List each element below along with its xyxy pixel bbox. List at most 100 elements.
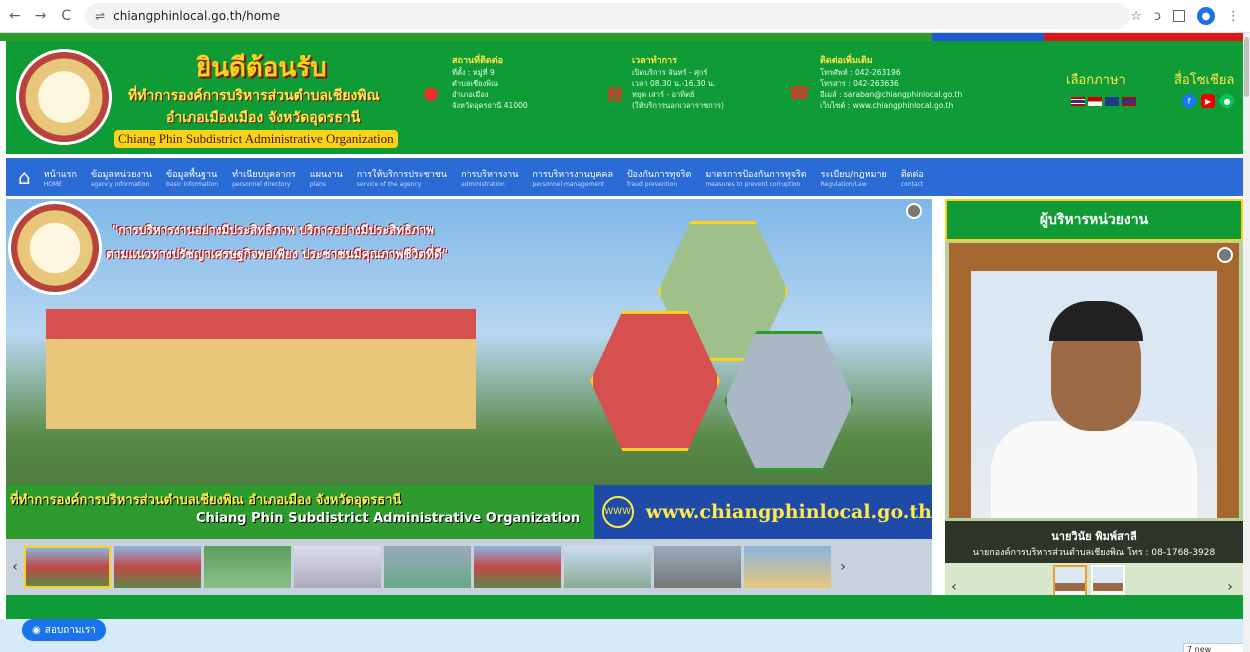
scroll-thumb[interactable] — [1244, 37, 1249, 97]
menu-item-basic-information[interactable]: ข้อมูลพื้นฐาน basic information — [159, 158, 225, 196]
hours-line: (ให้บริการนอกเวลาราชการ) — [632, 101, 724, 110]
youtube-icon[interactable]: ▶ — [1201, 94, 1215, 108]
extensions-icon[interactable]: ↄ — [1154, 9, 1161, 24]
banner-toggle-icon[interactable] — [906, 203, 922, 219]
menu-sublabel: fraud prevention — [626, 180, 678, 188]
forward-icon[interactable]: → — [30, 5, 52, 27]
chat-button[interactable]: ◉ สอบถามเรา — [22, 619, 106, 641]
menu-label: ติดต่อ — [900, 169, 924, 180]
indonesia-flag-icon[interactable] — [1088, 97, 1102, 106]
website-text[interactable]: www.chiangphinlocal.go.th — [646, 501, 932, 523]
home-icon[interactable]: ⌂ — [18, 165, 31, 189]
reload-icon[interactable]: C — [55, 5, 77, 27]
panel-next-arrow-icon[interactable]: › — [1221, 579, 1239, 595]
url-text: chiangphinlocal.go.th/home — [113, 9, 281, 23]
caption-th: ที่ทำการองค์การบริหารส่วนตำบลเชียงพิณ อำ… — [10, 493, 402, 508]
menu-item-contact[interactable]: ติดต่อ contact — [894, 158, 931, 196]
banner-logo — [8, 201, 102, 295]
calendar-icon: ▦ — [606, 83, 624, 104]
banner-thumbnails: ‹ › — [6, 539, 932, 595]
menu-label: ข้อมูลหน่วยงาน — [90, 169, 152, 180]
page-bottom — [0, 619, 1250, 652]
globe-www-icon: WWW — [601, 496, 634, 528]
menu-kebab-icon[interactable]: ⋮ — [1227, 9, 1240, 24]
menu-label: การบริหารงานบุคคล — [532, 169, 613, 180]
browser-toolbar: ← → C ⇌ chiangphinlocal.go.th/home ☆ ↄ ●… — [0, 0, 1250, 33]
menu-sublabel: administration — [461, 180, 505, 188]
hours-line: เวลา 08.30 น.-16.30 น. — [632, 79, 716, 88]
menu-item-fraud-prevention[interactable]: ป้องกันการทุจริต fraud prevention — [620, 158, 698, 196]
banner-slogan-2: ตามแนวทางปรัชญาเศรษฐกิจพอเพียง ประชาชนมี… — [106, 247, 448, 261]
site-header: ยินดีต้อนรับ ที่ทำการองค์การบริหารส่วนตำ… — [6, 41, 1243, 154]
language-flags — [1071, 97, 1136, 106]
thai-flag-icon[interactable] — [1071, 97, 1085, 106]
back-icon[interactable]: ← — [4, 5, 26, 27]
laos-flag-icon[interactable] — [1122, 97, 1136, 106]
menu-sublabel: service of the agency — [356, 180, 422, 188]
panel-prev-arrow-icon[interactable]: ‹ — [945, 579, 963, 595]
thumbs-prev-arrow-icon[interactable]: ‹ — [6, 559, 24, 575]
sidepanel-icon[interactable] — [1173, 10, 1185, 22]
menu-label: หน้าแรก — [43, 169, 77, 180]
org-logo[interactable] — [16, 49, 112, 145]
contact-line: ที่ตั้ง : หมู่ที่ 9 — [452, 68, 495, 77]
location-pin-icon: ● — [423, 83, 439, 104]
facebook-icon[interactable]: f — [1182, 94, 1196, 108]
panel-toggle-icon[interactable] — [1217, 247, 1233, 263]
banner-caption: ที่ทำการองค์การบริหารส่วนตำบลเชียงพิณ อำ… — [6, 485, 932, 539]
menu-item-agency-information[interactable]: ข้อมูลหน่วยงาน agency information — [84, 158, 159, 196]
contact-line: ตำบลเชียงพิณ — [452, 79, 499, 88]
menu-item-administration[interactable]: การบริหารงาน administration — [454, 158, 525, 196]
bookmark-star-icon[interactable]: ☆ — [1130, 9, 1142, 24]
contact-line: อำเภอเมือง — [452, 90, 489, 99]
banner-thumbnail[interactable] — [744, 546, 831, 588]
chat-label: สอบถามเรา — [44, 624, 96, 636]
hero-banner[interactable]: "การบริหารงานอย่างมีประสิทธิภาพ บริการอย… — [6, 199, 932, 539]
banner-thumbnail[interactable] — [384, 546, 471, 588]
photo-uniform — [991, 421, 1197, 518]
menu-item-home[interactable]: หน้าแรก HOME — [37, 158, 84, 196]
site-info-icon[interactable]: ⇌ — [95, 9, 105, 23]
menu-sublabel: measures to prevent corruption — [705, 180, 801, 188]
welcome-title: ยินดีต้อนรับ — [196, 53, 327, 83]
menu-item-personnel-directory[interactable]: ทำเนียบบุคลากร personnel directory — [225, 158, 303, 196]
caption-left: ที่ทำการองค์การบริหารส่วนตำบลเชียงพิณ อำ… — [6, 485, 594, 539]
line-icon[interactable]: ● — [1220, 94, 1234, 108]
executive-photo — [971, 271, 1217, 518]
menu-label: มาตรการป้องกันการทุจริต — [705, 169, 807, 180]
banner-thumbnail[interactable] — [474, 546, 561, 588]
banner-thumbnail[interactable] — [294, 546, 381, 588]
menu-sublabel: personnel directory — [232, 180, 291, 188]
menu-label: ทำเนียบบุคลากร — [232, 169, 296, 180]
more-line: โทรสาร : 042-263636 — [820, 79, 899, 88]
main-menu: ⌂ หน้าแรก HOME ข้อมูลหน่วยงาน agency infor… — [6, 158, 1243, 196]
menu-item-personnel-management[interactable]: การบริหารงานบุคคล personnel management — [525, 158, 620, 196]
more-line: อีเมล์ : saraban@chiangphinlocal.go.th — [820, 90, 963, 99]
thumbs-next-arrow-icon[interactable]: › — [834, 559, 852, 575]
notification-toast[interactable]: 7 new notifications — [1183, 643, 1250, 652]
menu-item-service[interactable]: การให้บริการประชาชน service of the agency — [350, 158, 454, 196]
caption-right: WWW www.chiangphinlocal.go.th — [594, 485, 932, 539]
executive-nameplate: นายวินัย พิมพ์สาลี นายกองค์การบริหารส่วน… — [945, 521, 1243, 563]
color-stripe — [0, 33, 1243, 41]
uk-flag-icon[interactable] — [1105, 97, 1119, 106]
menu-item-plans[interactable]: แผนงาน plans — [303, 158, 350, 196]
banner-thumbnail[interactable] — [654, 546, 741, 588]
profile-avatar[interactable]: ● — [1197, 7, 1215, 25]
menu-sublabel: personnel management — [532, 180, 605, 188]
contact-line: จังหวัดอุดรธานี 41000 — [452, 101, 528, 110]
banner-thumbnail[interactable] — [114, 546, 201, 588]
district-th: อำเภอเมืองเมือง จังหวัดอุดรธานี — [166, 110, 361, 126]
banner-thumbnail[interactable] — [204, 546, 291, 588]
social-label: สื่อโซเชียล — [1174, 73, 1235, 88]
menu-sublabel: plans — [309, 180, 326, 188]
executive-name: นายวินัย พิมพ์สาลี — [1051, 530, 1137, 543]
menu-item-anti-corruption[interactable]: มาตรการป้องกันการทุจริต measures to preve… — [698, 158, 813, 196]
hours-line: เปิดบริการ จันทร์ - ศุกร์ — [632, 68, 708, 77]
address-bar[interactable]: ⇌ chiangphinlocal.go.th/home — [85, 3, 1131, 29]
banner-thumbnail[interactable] — [24, 546, 111, 588]
page-scrollbar[interactable] — [1243, 33, 1250, 652]
menu-sublabel: contact — [900, 180, 924, 188]
banner-thumbnail[interactable] — [564, 546, 651, 588]
menu-item-regulation[interactable]: ระเบียบ/กฎหมาย Regulation/Law — [814, 158, 894, 196]
